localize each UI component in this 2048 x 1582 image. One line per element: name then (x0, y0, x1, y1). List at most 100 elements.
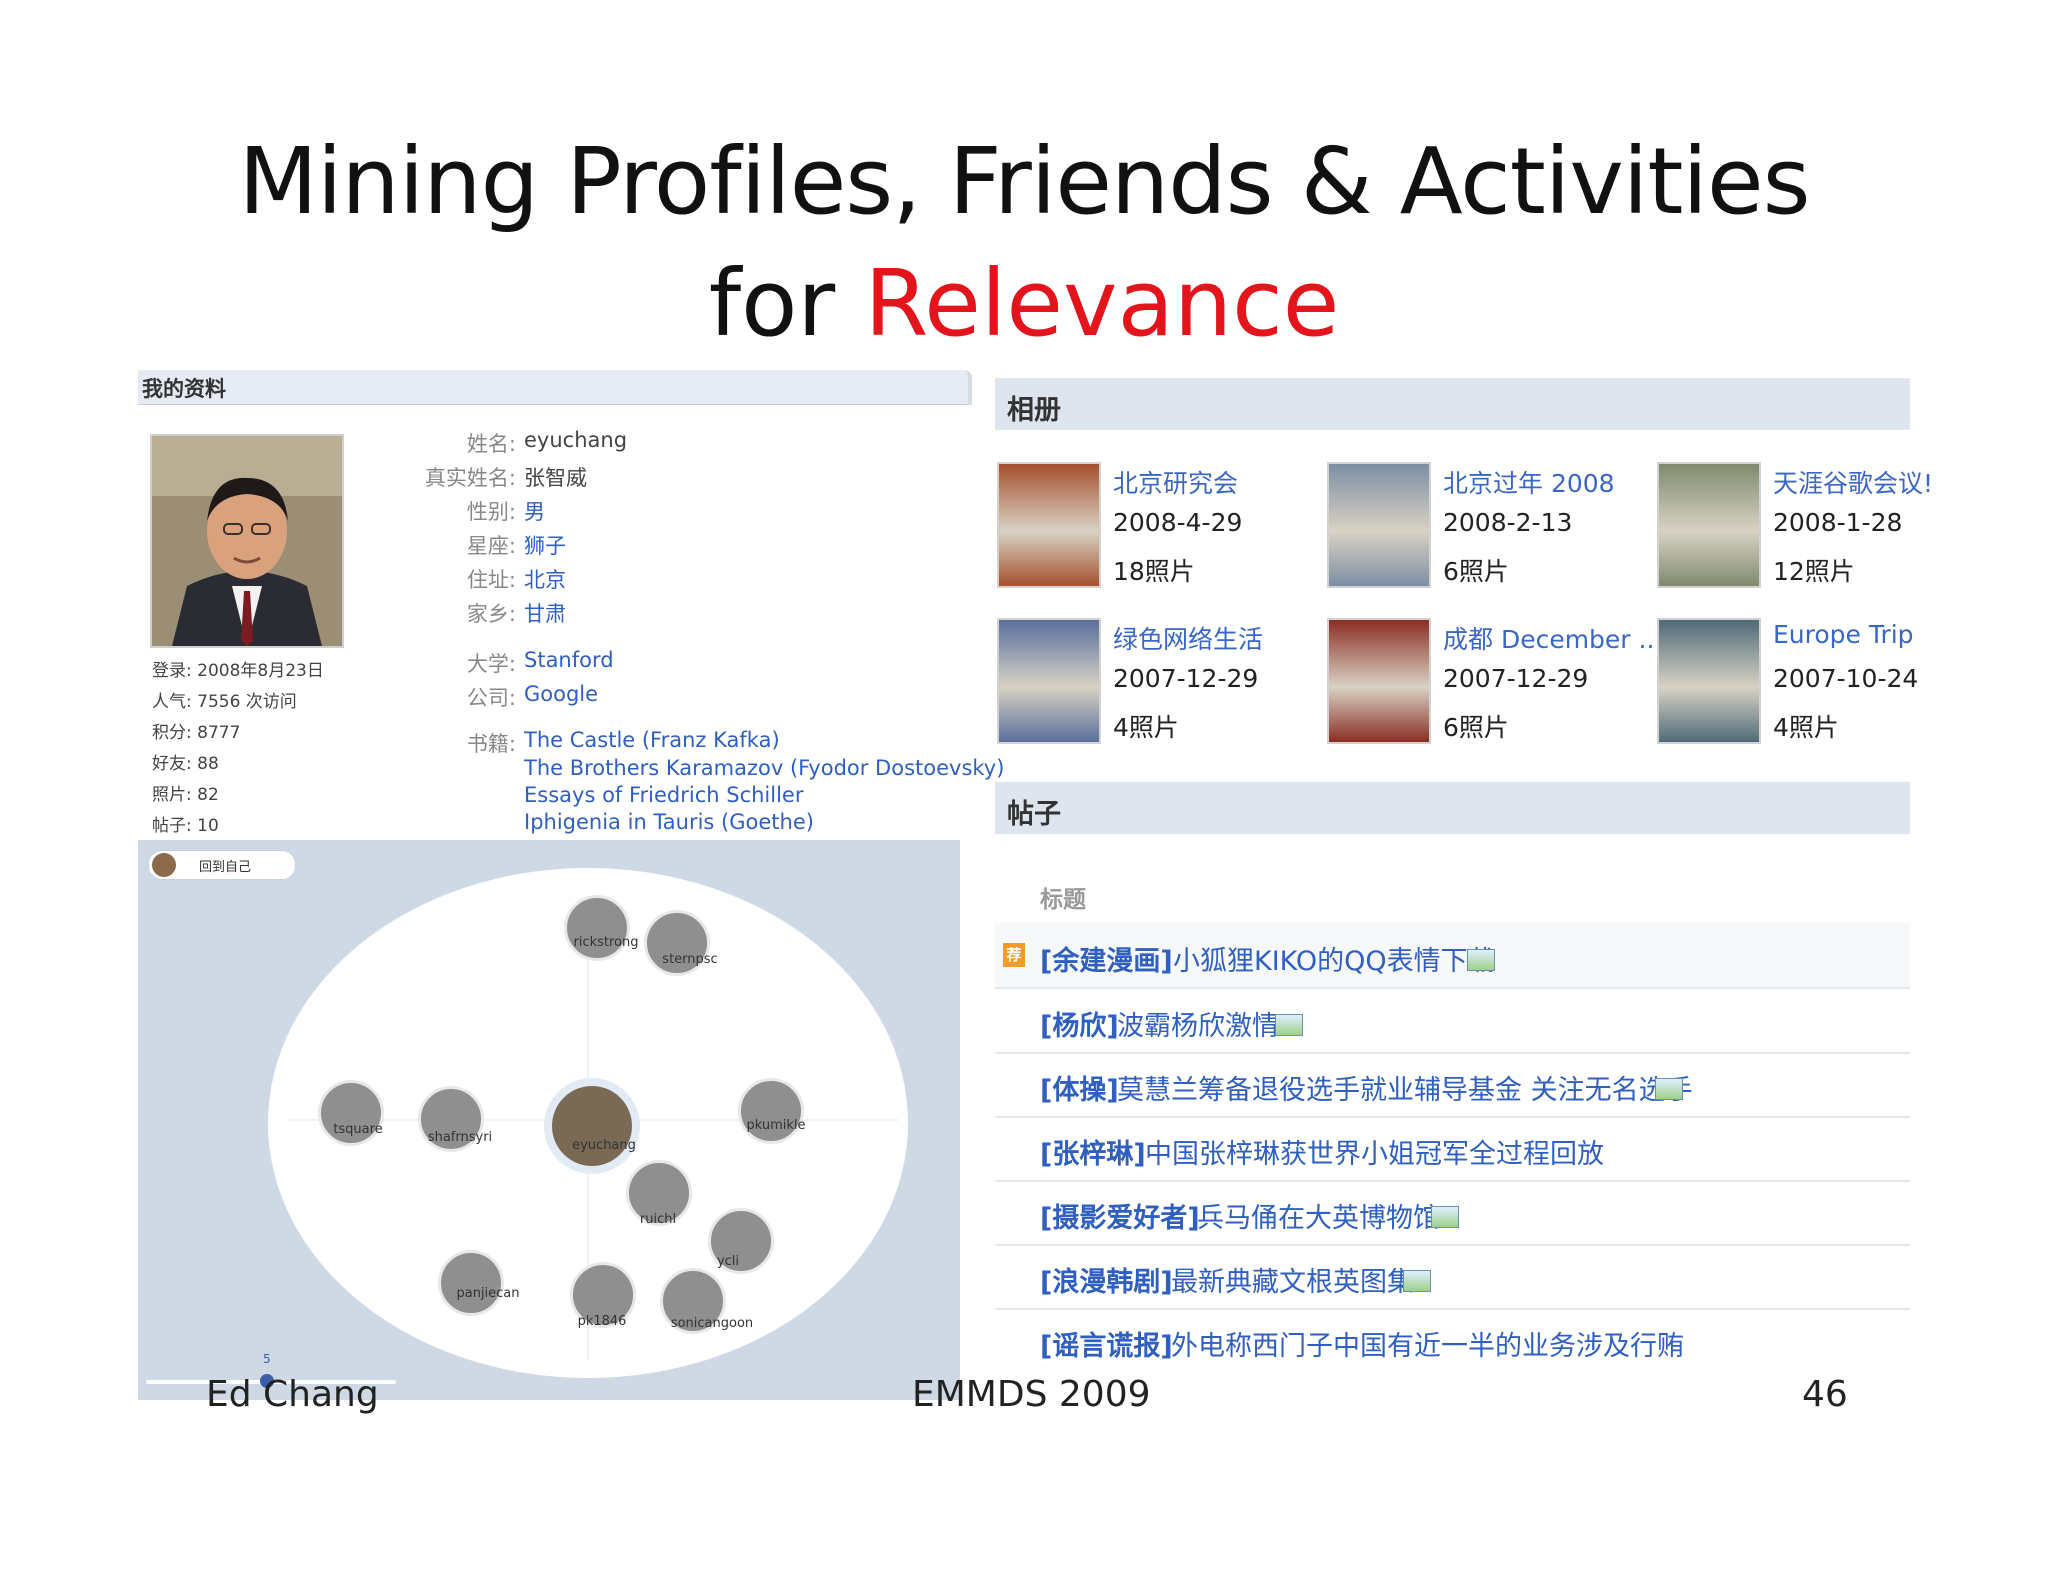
post-category[interactable]: [体操] (1040, 1068, 1119, 1107)
album-item[interactable]: 北京研究会 2008-4-29 18照片 (995, 460, 1295, 600)
person-photo-icon (152, 436, 342, 646)
book-link[interactable]: The Brothers Karamazov (Fyodor Dostoevsk… (524, 756, 1004, 780)
center-user-avatar[interactable] (544, 1078, 640, 1174)
post-row[interactable]: [张梓琳] 中国张梓琳获世界小姐冠军全过程回放 (995, 1116, 1910, 1182)
post-category[interactable]: [谣言谎报] (1040, 1324, 1173, 1363)
album-title[interactable]: Europe Trip (1773, 620, 1914, 649)
field-label-university: 大学: (466, 652, 516, 676)
friend-node[interactable] (738, 1078, 804, 1144)
post-category[interactable]: [余建漫画] (1040, 939, 1173, 978)
album-title[interactable]: 绿色网络生活 (1113, 620, 1263, 656)
image-icon (1403, 1270, 1431, 1292)
album-thumbnail[interactable] (997, 618, 1101, 744)
field-label-name: 姓名: (466, 432, 516, 456)
post-title[interactable]: 中国张梓琳获世界小姐冠军全过程回放 (1145, 1132, 1604, 1171)
post-row[interactable]: 荐 [余建漫画] 小狐狸KIKO的QQ表情下载 (995, 923, 1910, 989)
book-link[interactable]: The Castle (Franz Kafka) (524, 728, 780, 752)
posts-header: 帖子 (995, 782, 1910, 834)
albums-header: 相册 (995, 378, 1910, 430)
page-number: 46 (1802, 1374, 1848, 1415)
post-row[interactable]: [摄影爱好者] 兵马俑在大英博物馆 (995, 1180, 1910, 1246)
post-title[interactable]: 外电称西门子中国有近一半的业务涉及行贿 (1171, 1324, 1684, 1363)
post-category[interactable]: [张梓琳] (1040, 1132, 1146, 1171)
post-row[interactable]: [体操] 莫慧兰筹备退役选手就业辅导基金 关注无名选手 (995, 1052, 1910, 1118)
album-thumbnail[interactable] (1657, 618, 1761, 744)
album-thumbnail[interactable] (997, 462, 1101, 588)
field-value-name: eyuchang (524, 428, 628, 452)
title-accent: Relevance (864, 250, 1340, 357)
album-item[interactable]: Europe Trip 2007-10-24 4照片 (1655, 616, 1955, 756)
field-label-company: 公司: (466, 686, 516, 710)
title-prefix: for (708, 250, 865, 357)
album-title[interactable]: 成都 December ... (1443, 620, 1662, 656)
stat-posts: 帖子: 10 (152, 816, 219, 836)
book-link[interactable]: Iphigenia in Tauris (Goethe) (524, 810, 814, 834)
album-thumbnail[interactable] (1327, 462, 1431, 588)
album-title[interactable]: 北京过年 2008 (1443, 464, 1615, 500)
posts-header-label: 帖子 (1007, 799, 1061, 830)
album-date: 2008-2-13 (1443, 508, 1573, 537)
album-date: 2007-12-29 (1113, 664, 1259, 693)
album-date: 2007-12-29 (1443, 664, 1589, 693)
image-icon (1275, 1014, 1303, 1036)
stat-points: 积分: 8777 (152, 723, 241, 743)
back-to-self-button[interactable]: 回到自己 (148, 850, 296, 880)
field-label-books: 书籍: (466, 732, 516, 756)
album-date: 2008-1-28 (1773, 508, 1903, 537)
field-value-university[interactable]: Stanford (524, 648, 614, 672)
field-label-address: 住址: (466, 568, 516, 592)
friend-node[interactable] (564, 895, 630, 961)
field-value-hometown[interactable]: 甘肃 (524, 598, 566, 628)
friend-label: shafrnsyri (427, 1130, 493, 1145)
album-title[interactable]: 北京研究会 (1113, 464, 1238, 500)
profile-header-label: 我的资料 (142, 377, 226, 401)
image-icon (1655, 1078, 1683, 1100)
friend-node[interactable] (438, 1250, 504, 1316)
posts-column-title: 标题 (1040, 887, 1086, 913)
post-row[interactable]: [杨欣] 波霸杨欣激情 (995, 988, 1910, 1054)
album-item[interactable]: 北京过年 2008 2008-2-13 6照片 (1325, 460, 1625, 600)
album-item[interactable]: 天涯谷歌会议! 2008-1-28 12照片 (1655, 460, 1955, 600)
stat-popularity: 人气: 7556 次访问 (152, 692, 297, 712)
image-icon (1467, 949, 1495, 971)
friend-label: sternpsc (662, 952, 718, 967)
album-photo-count: 4照片 (1113, 713, 1179, 742)
album-item[interactable]: 成都 December ... 2007-12-29 6照片 (1325, 616, 1662, 756)
album-item[interactable]: 绿色网络生活 2007-12-29 4照片 (995, 616, 1295, 756)
post-category[interactable]: [杨欣] (1040, 1004, 1119, 1043)
album-photo-count: 6照片 (1443, 557, 1509, 586)
slider-value: 5 (263, 1352, 271, 1366)
stat-friends: 好友: 88 (152, 754, 219, 774)
album-thumbnail[interactable] (1327, 618, 1431, 744)
post-title[interactable]: 波霸杨欣激情 (1117, 1004, 1279, 1043)
field-value-company[interactable]: Google (524, 682, 598, 706)
post-title[interactable]: 小狐狸KIKO的QQ表情下载 (1173, 939, 1495, 978)
field-value-zodiac[interactable]: 狮子 (524, 530, 566, 560)
center-user-label: eyuchang (572, 1138, 636, 1153)
post-row[interactable]: [浪漫韩剧] 最新典藏文根英图集 (995, 1244, 1910, 1310)
friend-label: ruichl (639, 1212, 677, 1227)
profile-panel: 我的资料 登录: 2008年8月23日 人气: 7556 次访问 积分: 877… (138, 370, 1004, 1400)
post-title[interactable]: 兵马俑在大英博物馆 (1197, 1196, 1440, 1235)
image-icon (1431, 1206, 1459, 1228)
recommended-badge: 荐 (1003, 943, 1025, 967)
post-category[interactable]: [浪漫韩剧] (1040, 1260, 1173, 1299)
post-category[interactable]: [摄影爱好者] (1040, 1196, 1200, 1235)
book-link[interactable]: Essays of Friedrich Schiller (524, 783, 804, 807)
field-value-gender[interactable]: 男 (524, 496, 545, 526)
friend-label: pk1846 (577, 1314, 627, 1329)
album-date: 2008-4-29 (1113, 508, 1243, 537)
field-value-real-name: 张智威 (524, 466, 587, 490)
avatar (152, 853, 176, 877)
friend-label: pkumikle (746, 1118, 806, 1133)
post-row[interactable]: [谣言谎报] 外电称西门子中国有近一半的业务涉及行贿 (995, 1308, 1910, 1372)
field-value-address[interactable]: 北京 (524, 564, 566, 594)
album-thumbnail[interactable] (1657, 462, 1761, 588)
field-label-hometown: 家乡: (466, 602, 516, 626)
friend-label: sonicangoon (670, 1316, 754, 1331)
album-title[interactable]: 天涯谷歌会议! (1773, 464, 1933, 500)
post-title[interactable]: 最新典藏文根英图集 (1171, 1260, 1414, 1299)
album-photo-count: 18照片 (1113, 557, 1195, 586)
post-title[interactable]: 莫慧兰筹备退役选手就业辅导基金 关注无名选手 (1117, 1068, 1693, 1107)
activity-panel: 相册 北京研究会 2008-4-29 18照片 北京过年 2008 2008-2… (995, 378, 1933, 1388)
